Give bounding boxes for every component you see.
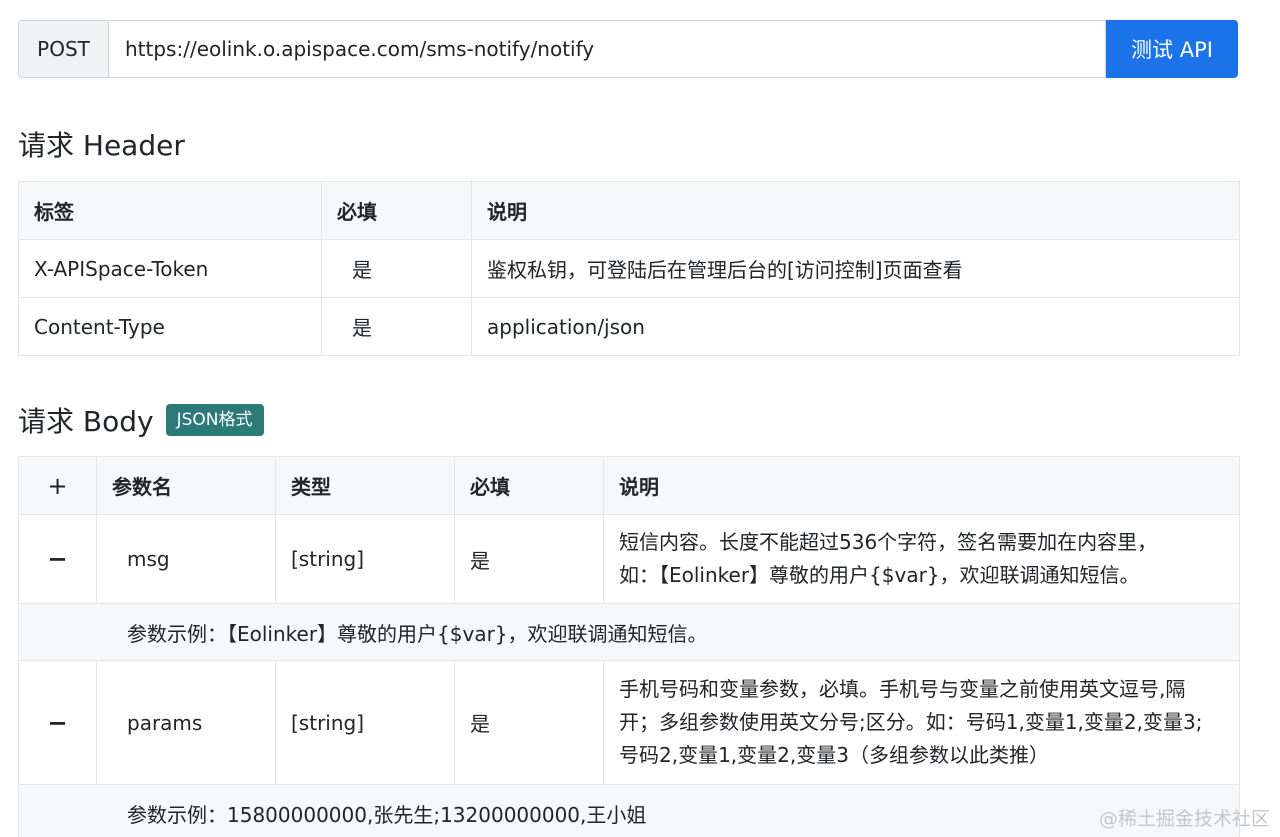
header-table-head: 标签 必填 说明 [18,181,1240,240]
header-table: 标签 必填 说明 X-APISpace-Token 是 鉴权私钥，可登陆后在管理… [18,181,1240,356]
column-header-type: 类型 [275,456,455,515]
api-doc-page: POST 测试 API 请求 Header 标签 必填 说明 X-APISpac… [0,0,1280,837]
body-section-label: 请求 Body [18,405,154,438]
header-desc: 鉴权私钥，可登陆后在管理后台的[访问控制]页面查看 [471,239,1240,298]
param-desc-line: 如：【Eolinker】尊敬的用户{$var}，欢迎联调通知短信。 [619,563,1140,587]
table-row: − msg [string] 是 短信内容。长度不能超过536个字符，签名需要加… [18,514,1240,604]
example-row: 参数示例：【Eolinker】尊敬的用户{$var}，欢迎联调通知短信。 [18,603,1240,661]
header-section-title: 请求 Header [18,124,185,164]
expand-all-button[interactable]: + [18,456,97,515]
body-table-head: + 参数名 类型 必填 说明 [18,456,1240,515]
param-required: 是 [454,514,604,604]
collapse-button[interactable]: − [18,514,97,604]
param-name: msg [96,514,276,604]
param-desc-line: 开；多组参数使用英文分号;区分。如：号码1,变量1,变量2,变量3; [619,710,1203,734]
param-type: [string] [275,660,455,785]
table-row: − params [string] 是 手机号码和变量参数，必填。手机号与变量之… [18,660,1240,785]
column-header-required: 必填 [454,456,604,515]
param-example: 参数示例：【Eolinker】尊敬的用户{$var}，欢迎联调通知短信。 [18,603,1240,661]
column-header-desc: 说明 [603,456,1240,515]
header-desc: application/json [471,297,1240,356]
header-required: 是 [321,297,472,356]
param-required: 是 [454,660,604,785]
body-section-title: 请求 Body JSON格式 [18,400,264,440]
column-header-tag: 标签 [18,181,322,240]
example-row: 参数示例：15800000000,张先生;13200000000,王小姐 [18,784,1240,837]
collapse-button[interactable]: − [18,660,97,785]
param-desc-line: 手机号码和变量参数，必填。手机号与变量之前使用英文逗号,隔 [619,677,1186,701]
http-method: POST [18,20,108,78]
param-desc-line: 短信内容。长度不能超过536个字符，签名需要加在内容里， [619,530,1158,554]
column-header-required: 必填 [321,181,472,240]
header-tag: X-APISpace-Token [18,239,322,298]
body-params-table: + 参数名 类型 必填 说明 − msg [string] 是 短信内容。长度不… [18,456,1240,837]
column-header-desc: 说明 [471,181,1240,240]
header-section-label: 请求 Header [18,129,185,162]
param-example: 参数示例：15800000000,张先生;13200000000,王小姐 [18,784,1240,837]
param-type: [string] [275,514,455,604]
param-desc: 短信内容。长度不能超过536个字符，签名需要加在内容里， 如：【Eolinker… [603,514,1240,604]
request-bar: POST 测试 API [18,20,1238,78]
param-desc: 手机号码和变量参数，必填。手机号与变量之前使用英文逗号,隔 开；多组参数使用英文… [603,660,1240,785]
test-api-button[interactable]: 测试 API [1106,20,1238,78]
watermark: @稀土掘金技术社区 [1098,808,1270,830]
url-input[interactable] [108,20,1106,78]
param-desc-line: 号码2,变量1,变量2,变量3（多组参数以此类推） [619,743,1049,767]
table-row: Content-Type 是 application/json [18,297,1240,356]
column-header-param-name: 参数名 [96,456,276,515]
header-required: 是 [321,239,472,298]
table-row: X-APISpace-Token 是 鉴权私钥，可登陆后在管理后台的[访问控制]… [18,239,1240,298]
header-tag: Content-Type [18,297,322,356]
json-format-badge: JSON格式 [165,404,264,436]
param-name: params [96,660,276,785]
